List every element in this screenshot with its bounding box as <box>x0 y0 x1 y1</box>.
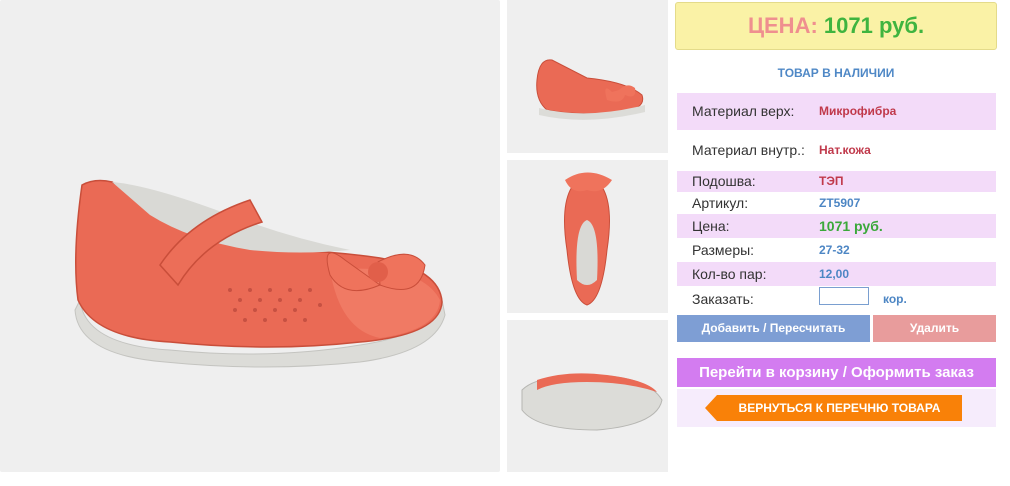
back-button-area: ВЕРНУТЬСЯ К ПЕРЕЧНЮ ТОВАРА <box>677 389 996 427</box>
thumbnail-side-view[interactable] <box>507 0 668 153</box>
spec-label: Артикул: <box>692 195 749 211</box>
price-value: 1071 руб. <box>823 13 925 38</box>
spec-row-pairs-count: Кол-во пар: 12,00 <box>677 262 996 286</box>
order-quantity-input[interactable] <box>819 287 869 305</box>
spec-label: Подошва: <box>692 173 756 189</box>
spec-label: Кол-во пар: <box>692 266 767 282</box>
spec-row-price: Цена: 1071 руб. <box>677 214 996 238</box>
order-label: Заказать: <box>692 291 754 307</box>
order-row: Заказать: кор. <box>677 287 996 310</box>
thumbnail-sole-view[interactable] <box>507 320 668 472</box>
spec-label: Размеры: <box>692 242 755 258</box>
spec-value: 1071 руб. <box>819 218 883 234</box>
spec-value: 12,00 <box>819 267 850 281</box>
spec-row-article: Артикул: ZT5907 <box>677 192 996 214</box>
price-banner: ЦЕНА: 1071 руб. <box>675 2 997 50</box>
order-unit: кор. <box>883 292 907 306</box>
thumbnail-top-view[interactable] <box>507 160 668 313</box>
spec-row-sole: Подошва: ТЭП <box>677 171 996 192</box>
availability-status: ТОВАР В НАЛИЧИИ <box>777 66 895 80</box>
spec-row-inner-material: Материал внутр.: Нат.кожа <box>677 132 996 169</box>
spec-row-sizes: Размеры: 27-32 <box>677 238 996 262</box>
spec-value: 27-32 <box>819 243 850 257</box>
price-label: ЦЕНА: <box>747 13 818 38</box>
spec-value: ТЭП <box>819 174 844 188</box>
go-to-cart-button[interactable]: Перейти в корзину / Оформить заказ <box>677 358 996 387</box>
spec-row-upper-material: Материал верх: Микрофибра <box>677 93 996 130</box>
spec-value: Нат.кожа <box>819 143 871 157</box>
add-recalculate-button[interactable]: Добавить / Пересчитать <box>677 315 870 342</box>
back-to-list-button[interactable]: ВЕРНУТЬСЯ К ПЕРЕЧНЮ ТОВАРА <box>705 395 962 421</box>
main-product-image[interactable] <box>0 0 500 472</box>
spec-label: Материал верх: <box>692 103 795 119</box>
spec-label: Цена: <box>692 218 730 234</box>
spec-value: Микрофибра <box>819 104 897 118</box>
spec-label: Материал внутр.: <box>692 142 805 158</box>
delete-button[interactable]: Удалить <box>873 315 996 342</box>
spec-value: ZT5907 <box>819 196 861 210</box>
